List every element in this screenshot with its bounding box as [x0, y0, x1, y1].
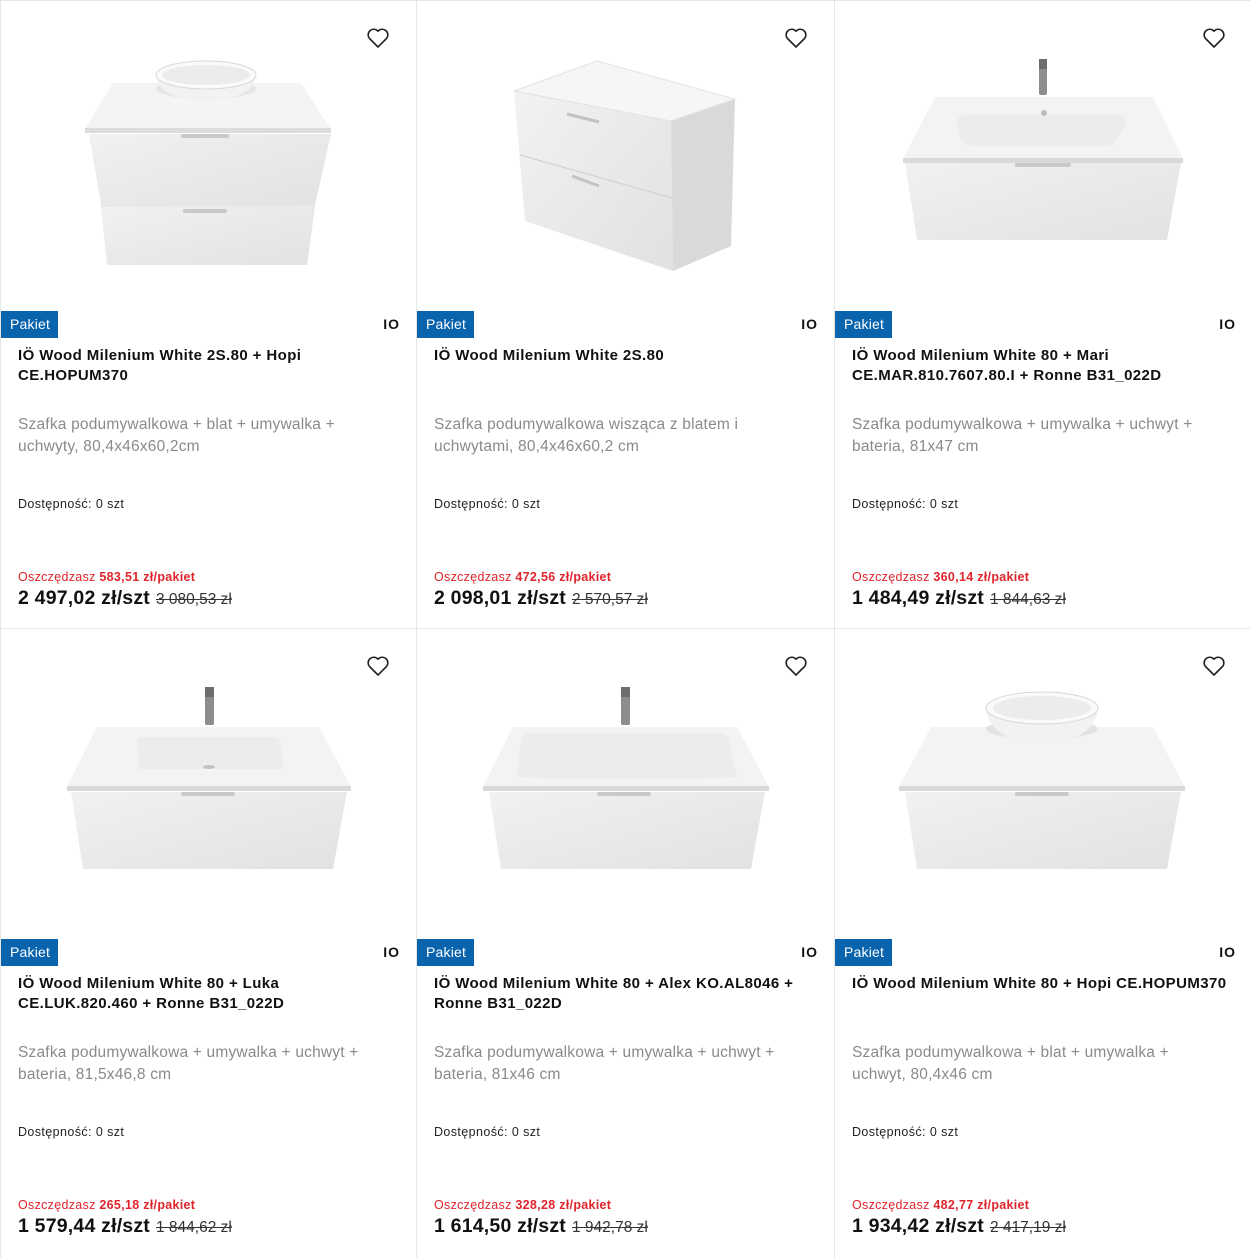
current-price: 1 934,42 zł/szt — [852, 1215, 984, 1237]
availability-value: 0 szt — [511, 1125, 541, 1139]
availability-value: 0 szt — [95, 497, 125, 511]
product-card[interactable]: Pakiet IO IÖ Wood Milenium White 80 + Lu… — [1, 629, 416, 1258]
savings-prefix: Oszczędzasz — [18, 1198, 96, 1212]
availability: Dostępność: 0 szt — [18, 1125, 128, 1139]
price-row: 1 614,50 zł/szt 1 942,78 zł — [434, 1215, 648, 1238]
product-image[interactable] — [1, 629, 416, 929]
package-badge: Pakiet — [1, 311, 59, 338]
brand-logo: IO — [383, 944, 400, 960]
package-badge: Pakiet — [835, 939, 893, 966]
savings-prefix: Oszczędzasz — [434, 1198, 512, 1212]
savings-prefix: Oszczędzasz — [852, 570, 930, 584]
product-image[interactable] — [835, 1, 1250, 301]
product-image[interactable] — [417, 629, 834, 929]
availability: Dostępność: 0 szt — [852, 497, 962, 511]
availability-label: Dostępność: — [434, 1125, 508, 1139]
product-title[interactable]: IÖ Wood Milenium White 80 + Alex KO.AL80… — [434, 974, 818, 1014]
savings-prefix: Oszczędzasz — [18, 570, 96, 584]
package-badge: Pakiet — [835, 311, 893, 338]
product-description: Szafka podumywalkowa wisząca z blatem i … — [434, 416, 739, 455]
product-title[interactable]: IÖ Wood Milenium White 80 + Luka CE.LUK.… — [18, 974, 400, 1014]
savings-amount: 583,51 zł/pakiet — [99, 570, 196, 584]
savings-amount: 482,77 zł/pakiet — [933, 1198, 1030, 1212]
savings-text: Oszczędzasz 482,77 zł/pakiet — [852, 1198, 1029, 1212]
savings-amount: 472,56 zł/pakiet — [515, 570, 612, 584]
product-image[interactable] — [417, 1, 834, 301]
brand-logo: IO — [1219, 944, 1236, 960]
heart-icon[interactable] — [1202, 654, 1226, 678]
brand-logo: IO — [801, 316, 818, 332]
price-row: 2 098,01 zł/szt 2 570,57 zł — [434, 587, 648, 610]
availability-label: Dostępność: — [18, 497, 92, 511]
product-card[interactable]: Pakiet IO IÖ Wood Milenium White 80 + Al… — [417, 629, 834, 1258]
availability: Dostępność: 0 szt — [852, 1125, 962, 1139]
availability-label: Dostępność: — [18, 1125, 92, 1139]
product-card[interactable]: Pakiet IO IÖ Wood Milenium White 80 + Ho… — [835, 629, 1250, 1258]
package-badge: Pakiet — [417, 939, 475, 966]
price-row: 2 497,02 zł/szt 3 080,53 zł — [18, 587, 232, 610]
brand-logo: IO — [801, 944, 818, 960]
current-price: 1 614,50 zł/szt — [434, 1215, 566, 1237]
availability-value: 0 szt — [929, 497, 959, 511]
product-description: Szafka podumywalkowa + blat + umywalka +… — [852, 1044, 1169, 1083]
package-badge: Pakiet — [1, 939, 59, 966]
product-image[interactable] — [1, 1, 416, 301]
availability: Dostępność: 0 szt — [434, 497, 544, 511]
product-description: Szafka podumywalkowa + umywalka + uchwyt… — [852, 416, 1193, 455]
availability-label: Dostępność: — [852, 497, 926, 511]
savings-text: Oszczędzasz 328,28 zł/pakiet — [434, 1198, 611, 1212]
brand-logo: IO — [383, 316, 400, 332]
product-card[interactable]: Pakiet IO IÖ Wood Milenium White 2S.80 S… — [417, 1, 834, 628]
availability-value: 0 szt — [95, 1125, 125, 1139]
product-description: Szafka podumywalkowa + blat + umywalka +… — [18, 416, 335, 455]
savings-text: Oszczędzasz 583,51 zł/pakiet — [18, 570, 195, 584]
old-price: 3 080,53 zł — [156, 591, 232, 608]
price-row: 1 484,49 zł/szt 1 844,63 zł — [852, 587, 1066, 610]
savings-prefix: Oszczędzasz — [852, 1198, 930, 1212]
savings-text: Oszczędzasz 472,56 zł/pakiet — [434, 570, 611, 584]
old-price: 1 844,63 zł — [990, 591, 1066, 608]
heart-icon[interactable] — [1202, 26, 1226, 50]
heart-icon[interactable] — [784, 26, 808, 50]
old-price: 2 417,19 zł — [990, 1219, 1066, 1236]
product-image[interactable] — [835, 629, 1250, 929]
availability-label: Dostępność: — [434, 497, 508, 511]
product-title[interactable]: IÖ Wood Milenium White 80 + Hopi CE.HOPU… — [852, 974, 1236, 994]
product-grid: Pakiet IO IÖ Wood Milenium White 2S.80 +… — [0, 0, 1250, 1258]
savings-amount: 360,14 zł/pakiet — [933, 570, 1030, 584]
availability-label: Dostępność: — [852, 1125, 926, 1139]
old-price: 2 570,57 zł — [572, 591, 648, 608]
product-card[interactable]: Pakiet IO IÖ Wood Milenium White 2S.80 +… — [1, 1, 416, 628]
availability-value: 0 szt — [929, 1125, 959, 1139]
current-price: 1 579,44 zł/szt — [18, 1215, 150, 1237]
old-price: 1 844,62 zł — [156, 1219, 232, 1236]
price-row: 1 934,42 zł/szt 2 417,19 zł — [852, 1215, 1066, 1238]
current-price: 2 497,02 zł/szt — [18, 587, 150, 609]
product-description: Szafka podumywalkowa + umywalka + uchwyt… — [434, 1044, 775, 1083]
savings-amount: 328,28 zł/pakiet — [515, 1198, 612, 1212]
product-title[interactable]: IÖ Wood Milenium White 80 + Mari CE.MAR.… — [852, 346, 1236, 386]
heart-icon[interactable] — [366, 26, 390, 50]
brand-logo: IO — [1219, 316, 1236, 332]
availability: Dostępność: 0 szt — [18, 497, 128, 511]
heart-icon[interactable] — [366, 654, 390, 678]
savings-amount: 265,18 zł/pakiet — [99, 1198, 196, 1212]
old-price: 1 942,78 zł — [572, 1219, 648, 1236]
product-card[interactable]: Pakiet IO IÖ Wood Milenium White 80 + Ma… — [835, 1, 1250, 628]
savings-prefix: Oszczędzasz — [434, 570, 512, 584]
price-row: 1 579,44 zł/szt 1 844,62 zł — [18, 1215, 232, 1238]
savings-text: Oszczędzasz 265,18 zł/pakiet — [18, 1198, 195, 1212]
current-price: 1 484,49 zł/szt — [852, 587, 984, 609]
heart-icon[interactable] — [784, 654, 808, 678]
package-badge: Pakiet — [417, 311, 475, 338]
availability: Dostępność: 0 szt — [434, 1125, 544, 1139]
savings-text: Oszczędzasz 360,14 zł/pakiet — [852, 570, 1029, 584]
product-title[interactable]: IÖ Wood Milenium White 2S.80 + Hopi CE.H… — [18, 346, 400, 386]
availability-value: 0 szt — [511, 497, 541, 511]
current-price: 2 098,01 zł/szt — [434, 587, 566, 609]
product-description: Szafka podumywalkowa + umywalka + uchwyt… — [18, 1044, 359, 1083]
product-title[interactable]: IÖ Wood Milenium White 2S.80 — [434, 346, 818, 366]
